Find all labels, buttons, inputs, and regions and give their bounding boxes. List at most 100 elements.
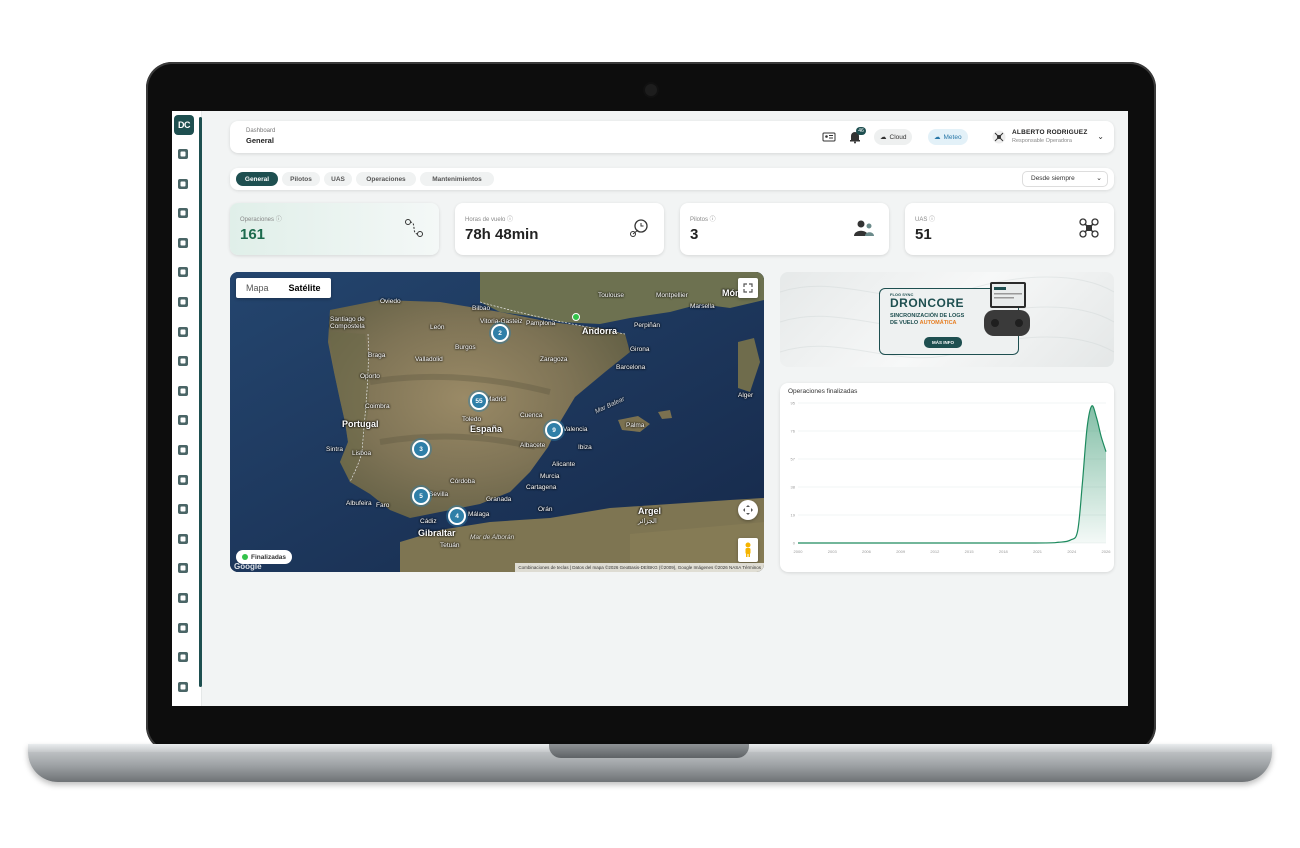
- drone-icon[interactable]: [176, 265, 190, 279]
- y-tick-label: 19: [791, 513, 796, 518]
- city-label: Palma: [626, 422, 645, 429]
- radio-controller-icon[interactable]: [176, 206, 190, 220]
- map-cluster[interactable]: 3: [412, 440, 430, 458]
- chart-title: Operaciones finalizadas: [788, 388, 858, 395]
- x-tick-label: 2018: [999, 549, 1009, 554]
- kpi-uas[interactable]: UAS ⓘ 51: [905, 203, 1114, 255]
- city-label: Málaga: [468, 511, 490, 518]
- bell-icon[interactable]: [176, 650, 190, 664]
- cloud-label: Cloud: [889, 133, 907, 141]
- app-logo[interactable]: DC: [174, 115, 194, 135]
- kpi-value: 51: [915, 226, 932, 243]
- tools-icon[interactable]: [176, 354, 190, 368]
- city-label: Alger: [738, 392, 754, 399]
- city-label: Valencia: [563, 426, 588, 433]
- user-role: Responsable Operadora: [1012, 138, 1072, 144]
- sidebar: DC: [172, 111, 202, 706]
- y-tick-label: 57: [791, 457, 796, 462]
- kpi-horas-vuelo[interactable]: Horas de vuelo ⓘ 78h 48min: [455, 203, 664, 255]
- map-type-mapa[interactable]: Mapa: [236, 278, 279, 298]
- report-icon[interactable]: [176, 680, 190, 694]
- y-tick-label: 38: [791, 485, 796, 490]
- document-icon[interactable]: [176, 532, 190, 546]
- city-label: Burgos: [455, 344, 476, 351]
- city-label: Murcia: [540, 473, 560, 480]
- tab-mantenimientos[interactable]: Mantenimientos: [420, 172, 494, 186]
- sidebar-scrollbar[interactable]: [199, 117, 202, 687]
- tab-bar: General Pilotos UAS Operaciones Mantenim…: [230, 168, 1114, 190]
- city-label: Oviedo: [380, 298, 401, 305]
- user-menu[interactable]: ALBERTO RODRIGUEZ Responsable Operadora …: [992, 127, 1104, 147]
- tab-pilotos[interactable]: Pilotos: [282, 172, 320, 186]
- kpi-label: Operaciones ⓘ: [240, 217, 282, 223]
- city-label: Sevilla: [429, 491, 449, 498]
- city-label: Bilbao: [472, 305, 491, 312]
- map-camera-control[interactable]: [738, 500, 758, 520]
- dashboard-icon[interactable]: [176, 147, 190, 161]
- mas-info-button[interactable]: MÁS INFO: [924, 337, 962, 348]
- pilots-icon[interactable]: [176, 236, 190, 250]
- id-card-icon[interactable]: [822, 130, 836, 144]
- tab-uas[interactable]: UAS: [324, 172, 352, 186]
- banner-line1: SINCRONIZACIÓN DE LOGS: [890, 313, 965, 319]
- kpi-label: Horas de vuelo ⓘ: [465, 217, 514, 223]
- city-label: Cádiz: [420, 518, 437, 525]
- share-icon[interactable]: [176, 621, 190, 635]
- promo-banner[interactable]: FLOG SYNC DRONCORE SINCRONIZACIÓN DE LOG…: [780, 272, 1114, 367]
- pilots-icon: [854, 220, 874, 236]
- tab-general[interactable]: General: [236, 172, 278, 186]
- street-view-pegman[interactable]: [738, 538, 758, 562]
- chevron-down-icon: ⌄: [1096, 175, 1102, 182]
- battery-icon[interactable]: [176, 325, 190, 339]
- finished-operation-marker[interactable]: [572, 313, 580, 321]
- area-fill: [798, 405, 1106, 543]
- network-icon[interactable]: [176, 384, 190, 398]
- graduation-cap-icon[interactable]: [176, 591, 190, 605]
- map-cluster[interactable]: 55: [470, 392, 488, 410]
- tab-operaciones[interactable]: Operaciones: [356, 172, 416, 186]
- cloud-icon: ☁: [880, 134, 887, 141]
- breadcrumb-parent[interactable]: Dashboard: [246, 128, 275, 134]
- map-cluster[interactable]: 5: [412, 487, 430, 505]
- city-label: Madrid: [486, 396, 506, 403]
- book-icon[interactable]: [176, 473, 190, 487]
- city-label: Ibiza: [578, 444, 592, 451]
- kpi-value: 161: [240, 226, 266, 243]
- webcam: [645, 84, 657, 96]
- tasks-icon[interactable]: [176, 502, 190, 516]
- operations-map[interactable]: Mapa Satélite Toulouse Montpellier Marse…: [230, 272, 764, 572]
- map-type-satelite[interactable]: Satélite: [279, 278, 331, 298]
- banner-brand: DRONCORE: [890, 296, 965, 310]
- kpi-value: 78h 48min: [465, 226, 539, 243]
- calendar-icon[interactable]: [176, 443, 190, 457]
- map-cluster[interactable]: 4: [448, 507, 466, 525]
- boot-icon[interactable]: [176, 295, 190, 309]
- app-screen: DC Dashboard General 46 ☁ Cloud ☁ Meteo …: [172, 111, 1128, 706]
- series-line: [798, 405, 1107, 544]
- city-label: Cartagena: [526, 484, 557, 491]
- map-cluster[interactable]: 9: [545, 421, 563, 439]
- x-tick-label: 2003: [828, 549, 838, 554]
- map-cluster[interactable]: 2: [491, 324, 509, 342]
- cloud-button[interactable]: ☁ Cloud: [874, 129, 913, 145]
- kpi-pilotos[interactable]: Pilotos ⓘ 3: [680, 203, 889, 255]
- city-label: Santiago de Compostela: [330, 316, 365, 330]
- period-select-value: Desde siempre: [1031, 175, 1075, 182]
- link-icon[interactable]: [176, 561, 190, 575]
- city-label: Argel: [638, 506, 662, 516]
- kpi-operaciones[interactable]: Operaciones ⓘ 161: [230, 203, 439, 255]
- city-label: Barcelona: [616, 364, 646, 371]
- x-tick-label: 2012: [930, 549, 940, 554]
- google-logo: Google: [234, 562, 262, 571]
- meteo-button[interactable]: ☁ Meteo: [928, 129, 968, 145]
- laptop-notch: [549, 744, 749, 758]
- operations-chart[interactable]: 0 19 38 57 76 95 2000 2003 2006 2009 2012 2015 2018 2…: [780, 397, 1114, 569]
- fullscreen-icon: [743, 283, 753, 293]
- route-icon[interactable]: [176, 413, 190, 427]
- period-select[interactable]: Desde siempre ⌄: [1022, 171, 1108, 187]
- checklist-icon[interactable]: [176, 177, 190, 191]
- fullscreen-button[interactable]: [738, 278, 758, 298]
- y-tick-label: 95: [791, 401, 796, 406]
- city-label: Montpellier: [656, 292, 688, 299]
- map-attribution[interactable]: Combinaciones de teclas | Datos del mapa…: [515, 563, 764, 572]
